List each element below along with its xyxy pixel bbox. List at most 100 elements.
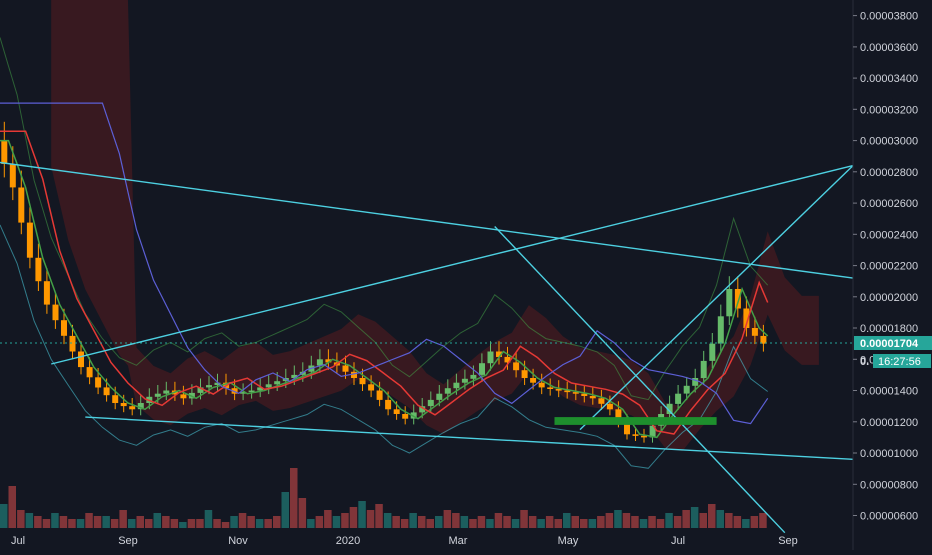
volume-bar xyxy=(51,513,59,528)
x-tick-label: Nov xyxy=(228,535,248,547)
volume-bar xyxy=(213,519,221,528)
volume-bar xyxy=(25,513,34,528)
volume-bar xyxy=(153,513,161,528)
y-tick-label: 0.00002400 xyxy=(860,229,918,241)
volume-bar xyxy=(290,468,298,528)
candle-body xyxy=(95,377,102,388)
volume-bar xyxy=(110,519,119,528)
volume-bar xyxy=(162,516,170,528)
volume-bar xyxy=(221,522,230,528)
y-tick-label: 0.00000800 xyxy=(860,479,918,491)
volume-bar xyxy=(605,513,614,528)
candle-body xyxy=(427,399,434,407)
chart-root[interactable]: 0.00003800 0.00003600 0.00003400 0.00003200… xyxy=(0,0,932,550)
y-tick-label: 0.00001400 xyxy=(860,386,918,398)
volume-bar xyxy=(435,516,443,528)
volume-bar xyxy=(588,519,597,528)
candle-body xyxy=(530,378,537,383)
volume-bar xyxy=(716,510,724,528)
y-tick-label: 0.00003400 xyxy=(860,73,918,85)
volume-bar xyxy=(273,516,281,528)
candle-body xyxy=(538,382,545,388)
volume-bar xyxy=(307,519,315,528)
volume-bar xyxy=(136,516,144,528)
volume-bar xyxy=(366,510,375,528)
x-tick-label: 2020 xyxy=(336,535,360,547)
volume-bar xyxy=(537,519,545,528)
volume-bar xyxy=(358,501,366,528)
volume-bar xyxy=(298,498,307,528)
volume-bar xyxy=(0,504,8,528)
candle-body xyxy=(717,316,724,344)
candle-body xyxy=(675,393,682,404)
candle-body xyxy=(1,140,8,164)
candle-body xyxy=(103,387,110,396)
volume-bar xyxy=(443,510,452,528)
candle-body xyxy=(751,328,758,336)
candle-body xyxy=(9,164,16,188)
volume-bar xyxy=(76,519,85,528)
volume-bar xyxy=(68,519,76,528)
volume-bar xyxy=(614,510,622,528)
candle-body xyxy=(26,222,33,258)
volume-bar xyxy=(324,510,332,528)
y-tick-label: 0.00003600 xyxy=(860,42,918,54)
candle-body xyxy=(479,363,485,375)
volume-bar xyxy=(725,513,733,528)
volume-bar xyxy=(477,516,486,528)
candle-body xyxy=(52,304,59,321)
volume-bar xyxy=(597,516,605,528)
volume-bar xyxy=(733,516,742,528)
candle-body xyxy=(461,378,468,383)
y-tick-label: 0.00002600 xyxy=(860,198,918,210)
volume-bar xyxy=(238,513,247,528)
volume-bar xyxy=(622,513,631,528)
x-tick-label: Sep xyxy=(118,535,138,547)
candle-body xyxy=(402,414,409,419)
candle-body xyxy=(709,343,716,361)
volume-bar xyxy=(119,510,127,528)
volume-bar xyxy=(469,519,477,528)
volume-bar xyxy=(341,513,349,528)
y-tick-label: 0.00003800 xyxy=(860,11,918,23)
volume-bar xyxy=(230,516,238,528)
candle-body xyxy=(385,399,392,410)
volume-bar xyxy=(315,516,324,528)
candle-body xyxy=(61,320,67,336)
volume-bar xyxy=(332,516,341,528)
candle-body xyxy=(180,394,187,399)
candle-body xyxy=(120,403,127,407)
price-chart[interactable]: 0.00003800 0.00003600 0.00003400 0.00003200… xyxy=(0,0,932,550)
volume-bar xyxy=(247,516,255,528)
candle-body xyxy=(598,398,605,404)
candle-body xyxy=(342,365,349,372)
candle-body xyxy=(112,395,119,403)
volume-bar xyxy=(759,513,767,528)
volume-bar xyxy=(42,519,51,528)
volume-bar xyxy=(179,522,187,528)
candle-body xyxy=(589,396,596,399)
volume-bar xyxy=(204,510,213,528)
y-tick-label: 0.00002200 xyxy=(860,261,918,273)
candle-body xyxy=(368,384,375,391)
volume-bar xyxy=(656,519,665,528)
candle-body xyxy=(78,351,84,368)
candle-body xyxy=(274,381,281,385)
volume-bar xyxy=(545,516,554,528)
volume-bar xyxy=(400,519,409,528)
volume-bar xyxy=(503,516,511,528)
volume-bar xyxy=(34,516,42,528)
volume-bar xyxy=(673,516,682,528)
volume-bar xyxy=(145,519,153,528)
volume-bar xyxy=(170,519,179,528)
candle-body xyxy=(436,393,443,400)
candle-body xyxy=(393,409,400,414)
support-zone xyxy=(554,417,717,425)
volume-bar xyxy=(59,516,68,528)
volume-bar xyxy=(383,513,392,528)
candle-body xyxy=(521,370,528,378)
volume-bar xyxy=(520,510,528,528)
volume-bar xyxy=(8,486,16,528)
volume-bar xyxy=(708,504,716,528)
volume-bar xyxy=(409,513,417,528)
